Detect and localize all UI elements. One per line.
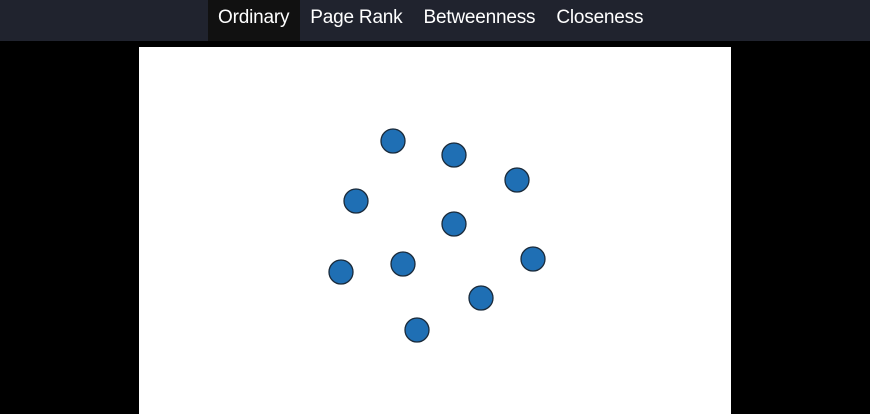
graph-node-3[interactable] — [504, 167, 530, 193]
graph-node-2[interactable] — [441, 142, 467, 168]
graph-node-7[interactable] — [390, 251, 416, 277]
graph-node-5[interactable] — [441, 211, 467, 237]
tab-closeness[interactable]: Closeness — [546, 0, 654, 41]
tab-betweenness[interactable]: Betweenness — [413, 0, 546, 41]
graph-canvas[interactable] — [139, 47, 731, 414]
tab-bar: Ordinary Page Rank Betweenness Closeness — [208, 0, 654, 41]
graph-node-8[interactable] — [520, 246, 546, 272]
tab-page-rank[interactable]: Page Rank — [300, 0, 413, 41]
graph-node-9[interactable] — [468, 285, 494, 311]
graph-node-10[interactable] — [404, 317, 430, 343]
tab-ordinary[interactable]: Ordinary — [208, 0, 301, 41]
top-navigation: Ordinary Page Rank Betweenness Closeness — [0, 0, 870, 41]
graph-node-6[interactable] — [328, 259, 354, 285]
graph-svg[interactable] — [139, 47, 731, 414]
graph-node-4[interactable] — [343, 188, 369, 214]
graph-node-1[interactable] — [380, 128, 406, 154]
